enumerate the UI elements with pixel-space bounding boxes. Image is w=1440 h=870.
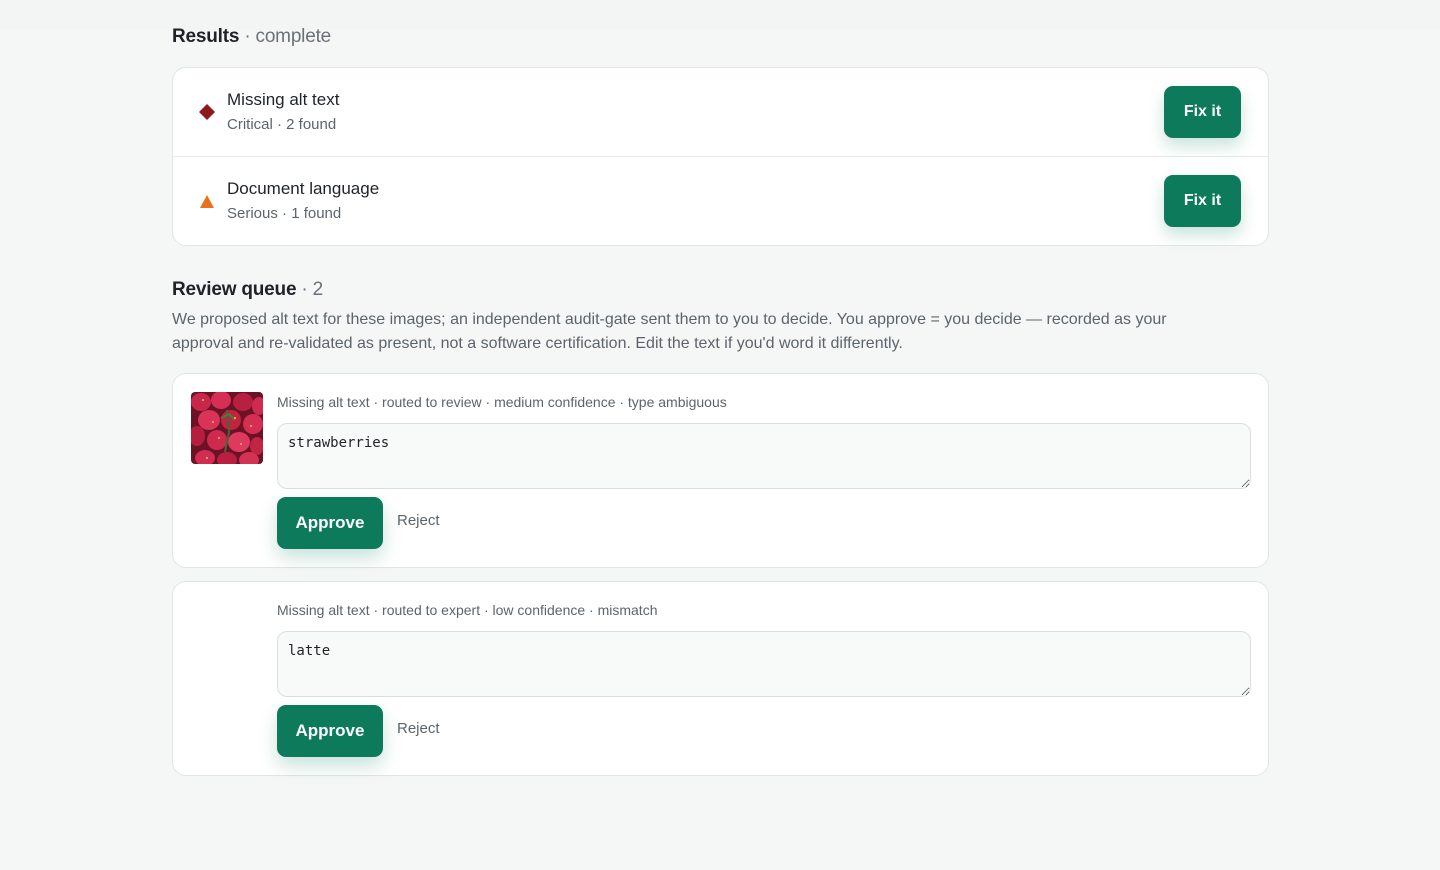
fix-it-button[interactable]: Fix it xyxy=(1164,175,1241,227)
results-heading: Results · complete xyxy=(172,26,331,48)
review-meta: Missing alt text · routed to expert · lo… xyxy=(277,602,658,618)
result-name: Missing alt text xyxy=(227,90,340,109)
results-card: Missing alt text Critical · 2 found Fix … xyxy=(172,67,1269,246)
diamond-icon xyxy=(199,104,215,120)
alt-text-input[interactable]: latte xyxy=(277,631,1251,697)
approve-button[interactable]: Approve xyxy=(277,705,383,757)
alt-text-input[interactable]: strawberries xyxy=(277,423,1251,489)
review-card: Missing alt text · routed to expert · lo… xyxy=(172,581,1269,776)
result-row-document-language: Document language Serious · 1 found Fix … xyxy=(173,157,1268,246)
results-status: · complete xyxy=(239,26,332,47)
result-meta: Critical · 2 found xyxy=(227,116,337,133)
review-card: Missing alt text · routed to review · me… xyxy=(172,373,1269,568)
strawberries-image xyxy=(191,392,263,464)
reject-button[interactable]: Reject xyxy=(397,512,440,529)
queue-description: We proposed alt text for these images; a… xyxy=(172,311,1167,352)
fix-it-button[interactable]: Fix it xyxy=(1164,86,1241,138)
approve-button[interactable]: Approve xyxy=(277,497,383,549)
result-name: Document language xyxy=(227,179,380,198)
strawberries-thumbnail xyxy=(191,392,263,464)
queue-count: · 2 xyxy=(296,279,323,300)
results-title: Results xyxy=(172,26,240,47)
result-meta: Serious · 1 found xyxy=(227,205,342,222)
reject-button[interactable]: Reject xyxy=(397,720,440,737)
result-row-missing-alt: Missing alt text Critical · 2 found Fix … xyxy=(173,68,1268,157)
queue-title: Review queue xyxy=(172,279,297,300)
review-meta: Missing alt text · routed to review · me… xyxy=(277,394,727,410)
review-queue-heading: Review queue · 2 xyxy=(172,279,323,301)
triangle-icon xyxy=(200,195,214,208)
